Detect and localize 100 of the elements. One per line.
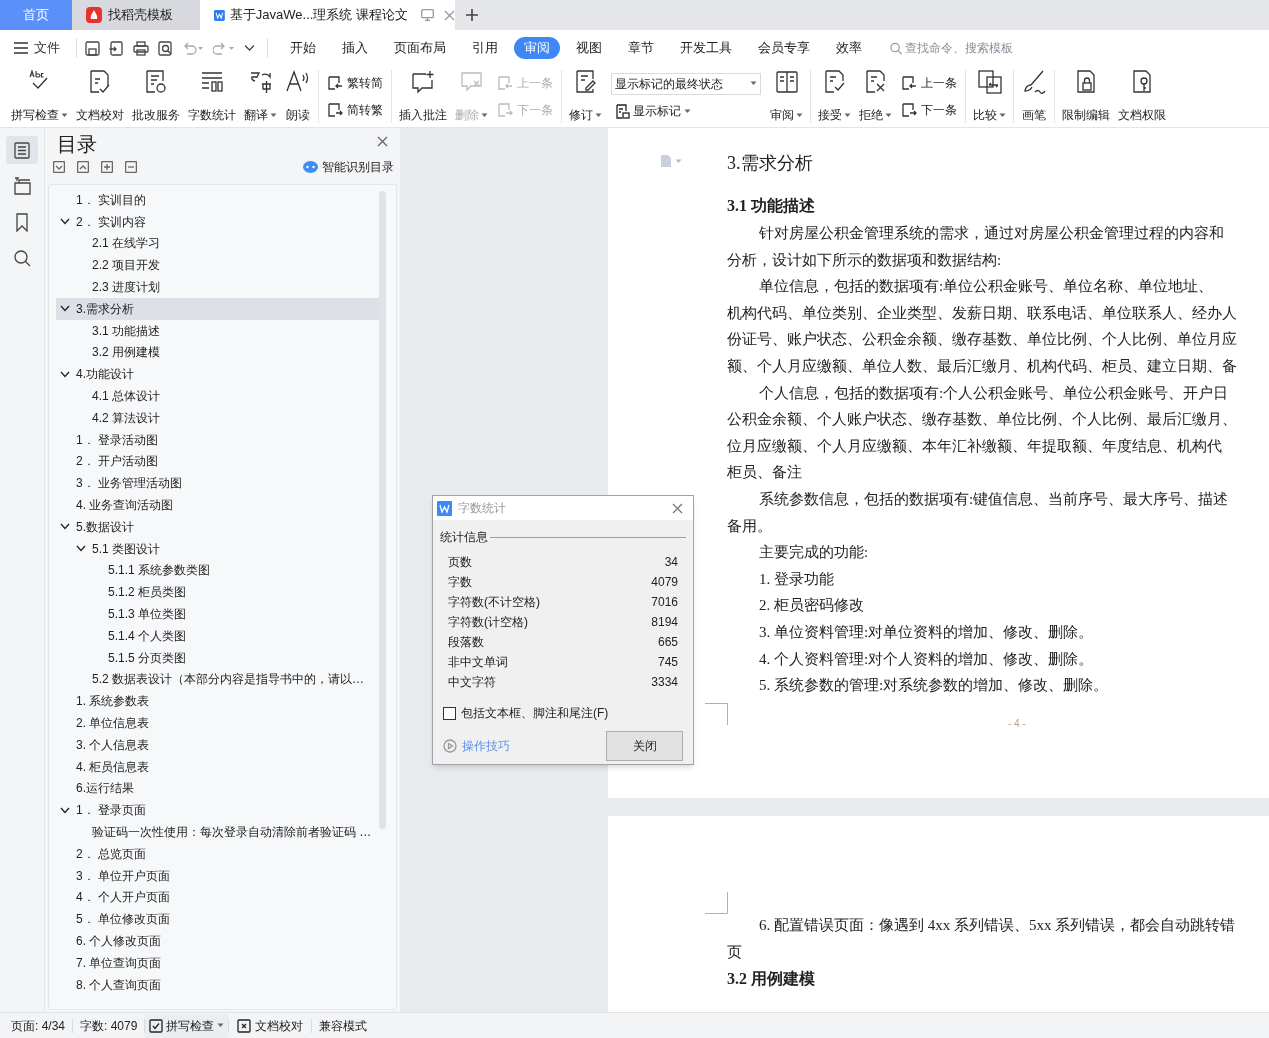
toc-item[interactable]: 2.3 进度计划 — [56, 276, 379, 298]
ribbon-tab[interactable]: 视图 — [566, 37, 612, 59]
chevron-icon[interactable] — [60, 806, 70, 814]
ribbon-button[interactable]: 朗读 — [282, 66, 314, 127]
ribbon-button[interactable]: 下一条 — [901, 100, 957, 119]
print-preview-icon[interactable] — [158, 40, 173, 56]
toc-item[interactable]: 4． 个人开户页面 — [56, 886, 379, 909]
toc-item[interactable]: 3. 个人信息表 — [56, 733, 379, 756]
ribbon-tab[interactable]: 会员专享 — [748, 37, 820, 59]
toc-item[interactable]: 2． 实训内容 — [56, 210, 379, 233]
toc-item[interactable]: 2. 单位信息表 — [56, 712, 379, 734]
ribbon-button[interactable]: 拼写检查 — [8, 66, 71, 127]
smart-toc-button[interactable]: 智能识别目录 — [303, 158, 394, 176]
toc-item[interactable]: 1． 登录活动图 — [56, 428, 379, 451]
document-w-icon — [437, 500, 452, 516]
close-icon[interactable] — [377, 136, 388, 147]
toc-item[interactable]: 3.需求分析 — [56, 298, 379, 320]
chevron-icon[interactable] — [60, 523, 70, 531]
ribbon-button[interactable]: 翻译 — [241, 66, 280, 127]
toc-item[interactable]: 5.1.1 系统参数类图 — [56, 559, 379, 582]
ribbon-button[interactable]: 显示标记 — [611, 102, 761, 121]
toc-item[interactable]: 7. 单位查询页面 — [56, 951, 379, 974]
chevron-icon[interactable] — [76, 545, 86, 553]
scrollbar[interactable] — [379, 191, 386, 829]
toc-item[interactable]: 5.2 数据表设计（本部分内容是指导书中的，请以… — [56, 668, 379, 691]
toc-item[interactable]: 2． 总览页面 — [56, 842, 379, 865]
toc-item[interactable]: 6.运行结果 — [56, 777, 379, 800]
proofread-button[interactable]: 文档校对 — [229, 1016, 312, 1035]
ribbon-tab[interactable]: 章节 — [618, 37, 664, 59]
browser-tab[interactable]: 找稻壳模板 — [72, 0, 200, 30]
sidebar-button[interactable] — [6, 136, 38, 164]
toc-item[interactable]: 5.1.4 个人类图 — [56, 624, 379, 647]
document-tab[interactable]: 基于JavaWe...理系统 课程论文 — [200, 0, 455, 30]
toc-item[interactable]: 5.1 类图设计 — [56, 537, 379, 560]
spell-check-button[interactable]: 拼写检查 — [145, 1013, 229, 1038]
toc-item[interactable]: 5.1.5 分页类图 — [56, 646, 379, 669]
chevron-icon[interactable] — [60, 218, 70, 226]
chevron-down-icon[interactable] — [244, 44, 255, 52]
ribbon-button[interactable]: 上一条 — [901, 74, 957, 93]
ribbon-button[interactable]: 批改服务 — [129, 66, 183, 127]
markup-dropdown[interactable]: 显示标记的最终状态 — [611, 72, 761, 95]
toc-item[interactable]: 4. 业务查询活动图 — [56, 494, 379, 516]
ribbon-button[interactable]: 字数统计 — [185, 66, 239, 127]
ribbon-button[interactable]: 文档校对 — [73, 66, 127, 127]
toc-item[interactable]: 4.功能设计 — [56, 363, 379, 386]
ribbon-button[interactable]: 插入批注 — [396, 66, 450, 127]
ribbon-button[interactable]: 审阅 — [767, 66, 806, 127]
close-button[interactable]: 关闭 — [606, 731, 683, 761]
ribbon-tab[interactable]: 审阅 — [514, 37, 560, 59]
ribbon-button[interactable]: 繁转简 — [327, 74, 383, 93]
toc-item[interactable]: 8. 个人查询页面 — [56, 973, 379, 996]
ribbon-tab[interactable]: 插入 — [332, 37, 378, 59]
ribbon-button[interactable]: 拒绝 — [856, 66, 895, 127]
toc-item[interactable]: 3.1 功能描述 — [56, 319, 379, 342]
ribbon-tab[interactable]: 开始 — [280, 37, 326, 59]
toc-item[interactable]: 2.2 项目开发 — [56, 254, 379, 277]
ribbon-button[interactable]: 画笔 — [1018, 66, 1050, 127]
toc-item[interactable]: 3． 业务管理活动图 — [56, 472, 379, 495]
toc-item[interactable]: 5.数据设计 — [56, 515, 379, 538]
toc-item[interactable]: 1． 登录页面 — [56, 799, 379, 822]
toc-item[interactable]: 4.1 总体设计 — [56, 385, 379, 407]
toc-item[interactable]: 1． 实训目的 — [56, 189, 379, 211]
ribbon-tab[interactable]: 效率 — [826, 37, 872, 59]
toc-item[interactable]: 1. 系统参数表 — [56, 690, 379, 713]
expand-up-icon[interactable] — [77, 161, 89, 173]
toc-item[interactable]: 2.1 在线学习 — [56, 232, 379, 255]
ribbon-button[interactable]: 限制编辑 — [1059, 66, 1113, 127]
toc-item[interactable]: 5． 单位修改页面 — [56, 908, 379, 931]
toc-item[interactable]: 2． 开户活动图 — [56, 450, 379, 473]
collapse-icon[interactable] — [53, 161, 65, 173]
toc-item[interactable]: 3． 单位开户页面 — [56, 864, 379, 887]
print-icon[interactable] — [133, 40, 149, 56]
toc-item[interactable]: 4.2 算法设计 — [56, 406, 379, 429]
plus-square-icon[interactable] — [101, 161, 113, 173]
export-document-icon[interactable] — [109, 40, 124, 56]
close-icon[interactable] — [444, 9, 455, 21]
checkbox[interactable] — [443, 706, 456, 720]
toc-item[interactable]: 5.1.3 单位类图 — [56, 603, 379, 625]
ribbon-button[interactable]: 修订 — [566, 66, 605, 127]
search-field[interactable]: 查找命令、搜索模板 — [890, 39, 1030, 57]
ribbon-button[interactable]: 文档权限 — [1115, 66, 1169, 127]
toc-item[interactable]: 4. 柜员信息表 — [56, 755, 379, 778]
ribbon-tab[interactable]: 开发工具 — [670, 37, 742, 59]
toc-item[interactable]: 6. 个人修改页面 — [56, 930, 379, 952]
toc-item[interactable]: 5.1.2 柜员类图 — [56, 581, 379, 604]
ribbon-tab[interactable]: 页面布局 — [384, 37, 456, 59]
file-menu-button[interactable]: 文件 — [14, 38, 68, 58]
chevron-icon[interactable] — [60, 305, 70, 313]
ribbon-button[interactable]: 简转繁 — [327, 100, 383, 119]
ribbon-button[interactable]: 接受 — [815, 66, 854, 127]
toc-item[interactable]: 验证码一次性使用：每次登录自动清除前者验证码 … — [56, 821, 379, 843]
close-icon[interactable] — [672, 502, 683, 514]
text-columns-icon — [199, 69, 225, 95]
chevron-icon[interactable] — [60, 370, 70, 378]
save-icon[interactable] — [85, 40, 100, 56]
plus-icon[interactable] — [465, 8, 479, 22]
toc-item[interactable]: 3.2 用例建模 — [56, 341, 379, 364]
monitor-icon[interactable] — [421, 9, 434, 21]
ribbon-button[interactable]: 比较 — [970, 66, 1009, 127]
ribbon-tab[interactable]: 引用 — [462, 37, 508, 59]
